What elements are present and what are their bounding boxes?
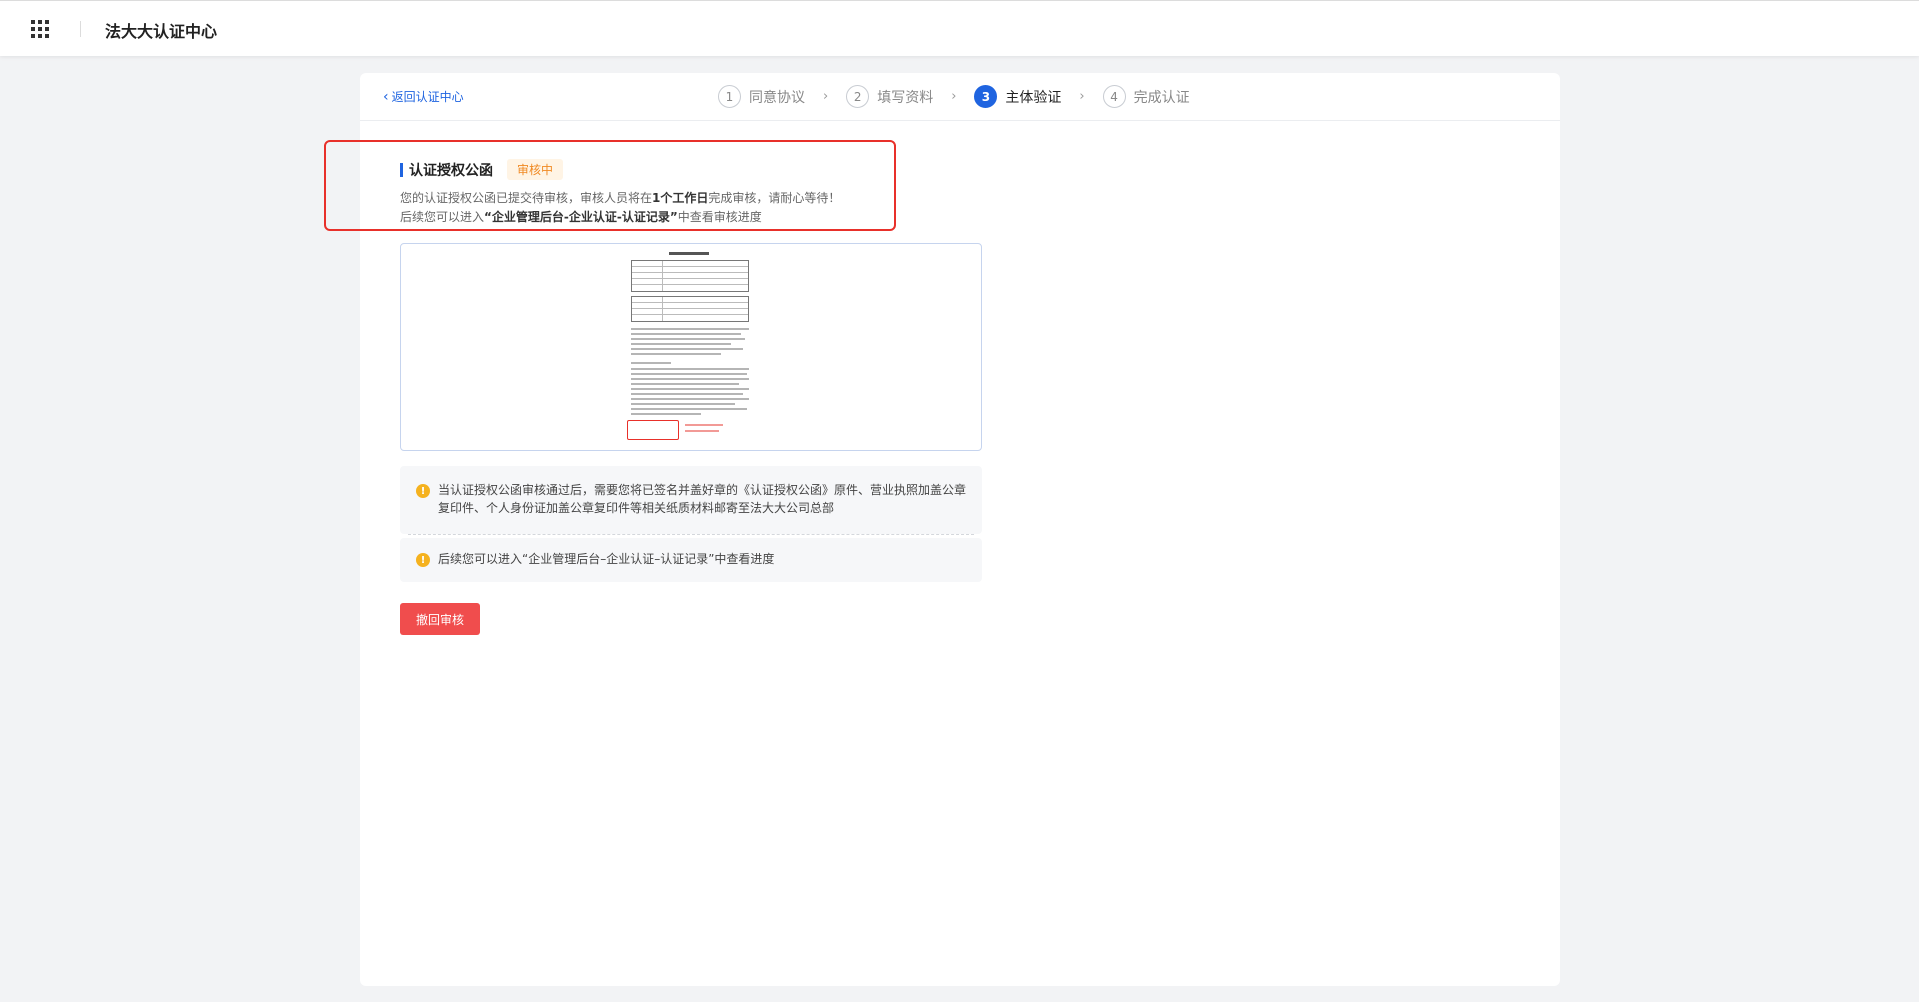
- step-label: 完成认证: [1133, 89, 1190, 106]
- notice-check-progress: ! 后续您可以进入“企业管理后台–企业认证–认证记录”中查看进度: [400, 538, 982, 582]
- title-accent-bar: [400, 162, 403, 177]
- notice-divider: [408, 534, 974, 535]
- chevron-right-icon: ›: [1079, 89, 1085, 104]
- status-badge: 审核中: [507, 159, 564, 180]
- section-title-text: 认证授权公函: [409, 162, 493, 179]
- description-line-1: 您的认证授权公函已提交待审核，审核人员将在1个工作日完成审核，请耐心等待！: [400, 191, 841, 205]
- app-title: 法大大认证中心: [105, 22, 218, 41]
- main-card: ‹ 返回认证中心 1 同意协议 › 2 填写资料 › 3 主体验证 › 4 完成…: [324, 73, 1560, 986]
- chevron-left-icon: ‹: [383, 88, 389, 105]
- step-number: 4: [1102, 85, 1126, 108]
- chevron-right-icon: ›: [823, 89, 829, 104]
- step-number: 3: [974, 85, 998, 108]
- step-label: 同意协议: [749, 89, 805, 106]
- step-verify: 3 主体验证: [974, 85, 1061, 108]
- section-description: 您的认证授权公函已提交待审核，审核人员将在1个工作日完成审核，请耐心等待！ 后续…: [400, 189, 840, 227]
- warning-icon: !: [416, 484, 430, 498]
- warning-icon: !: [416, 553, 430, 567]
- back-link-label: 返回认证中心: [391, 90, 464, 104]
- notice-mail-materials: ! 当认证授权公函审核通过后，需要您将已签名并盖好章的《认证授权公函》原件、营业…: [400, 466, 982, 534]
- step-label: 填写资料: [877, 89, 934, 106]
- notice-text: 当认证授权公函审核通过后，需要您将已签名并盖好章的《认证授权公函》原件、营业执照…: [438, 483, 967, 515]
- apps-grid-icon[interactable]: [31, 20, 49, 38]
- step-label: 主体验证: [1005, 89, 1062, 106]
- step-number: 2: [846, 85, 870, 108]
- section-title: 认证授权公函 审核中: [400, 159, 564, 180]
- notice-text: 后续您可以进入“企业管理后台–企业认证–认证记录”中查看进度: [438, 552, 775, 566]
- step-fill-info: 2 填写资料: [846, 85, 933, 108]
- card-header: ‹ 返回认证中心 1 同意协议 › 2 填写资料 › 3 主体验证 › 4 完成…: [360, 73, 1560, 121]
- top-bar: 法大大认证中心: [0, 0, 1919, 56]
- top-divider: [80, 21, 81, 37]
- step-number: 1: [718, 85, 741, 108]
- chevron-right-icon: ›: [951, 89, 957, 104]
- step-agree: 1 同意协议: [718, 85, 805, 108]
- step-complete: 4 完成认证: [1102, 85, 1190, 108]
- authorization-letter-preview[interactable]: [400, 243, 982, 451]
- description-line-2: 后续您可以进入“企业管理后台-企业认证-认证记录”中查看审核进度: [400, 210, 762, 224]
- withdraw-review-button[interactable]: 撤回审核: [400, 603, 480, 635]
- step-indicator: 1 同意协议 › 2 填写资料 › 3 主体验证 › 4 完成认证: [718, 85, 1190, 108]
- document-thumbnail: [627, 252, 749, 442]
- back-to-center-link[interactable]: ‹ 返回认证中心: [383, 88, 464, 105]
